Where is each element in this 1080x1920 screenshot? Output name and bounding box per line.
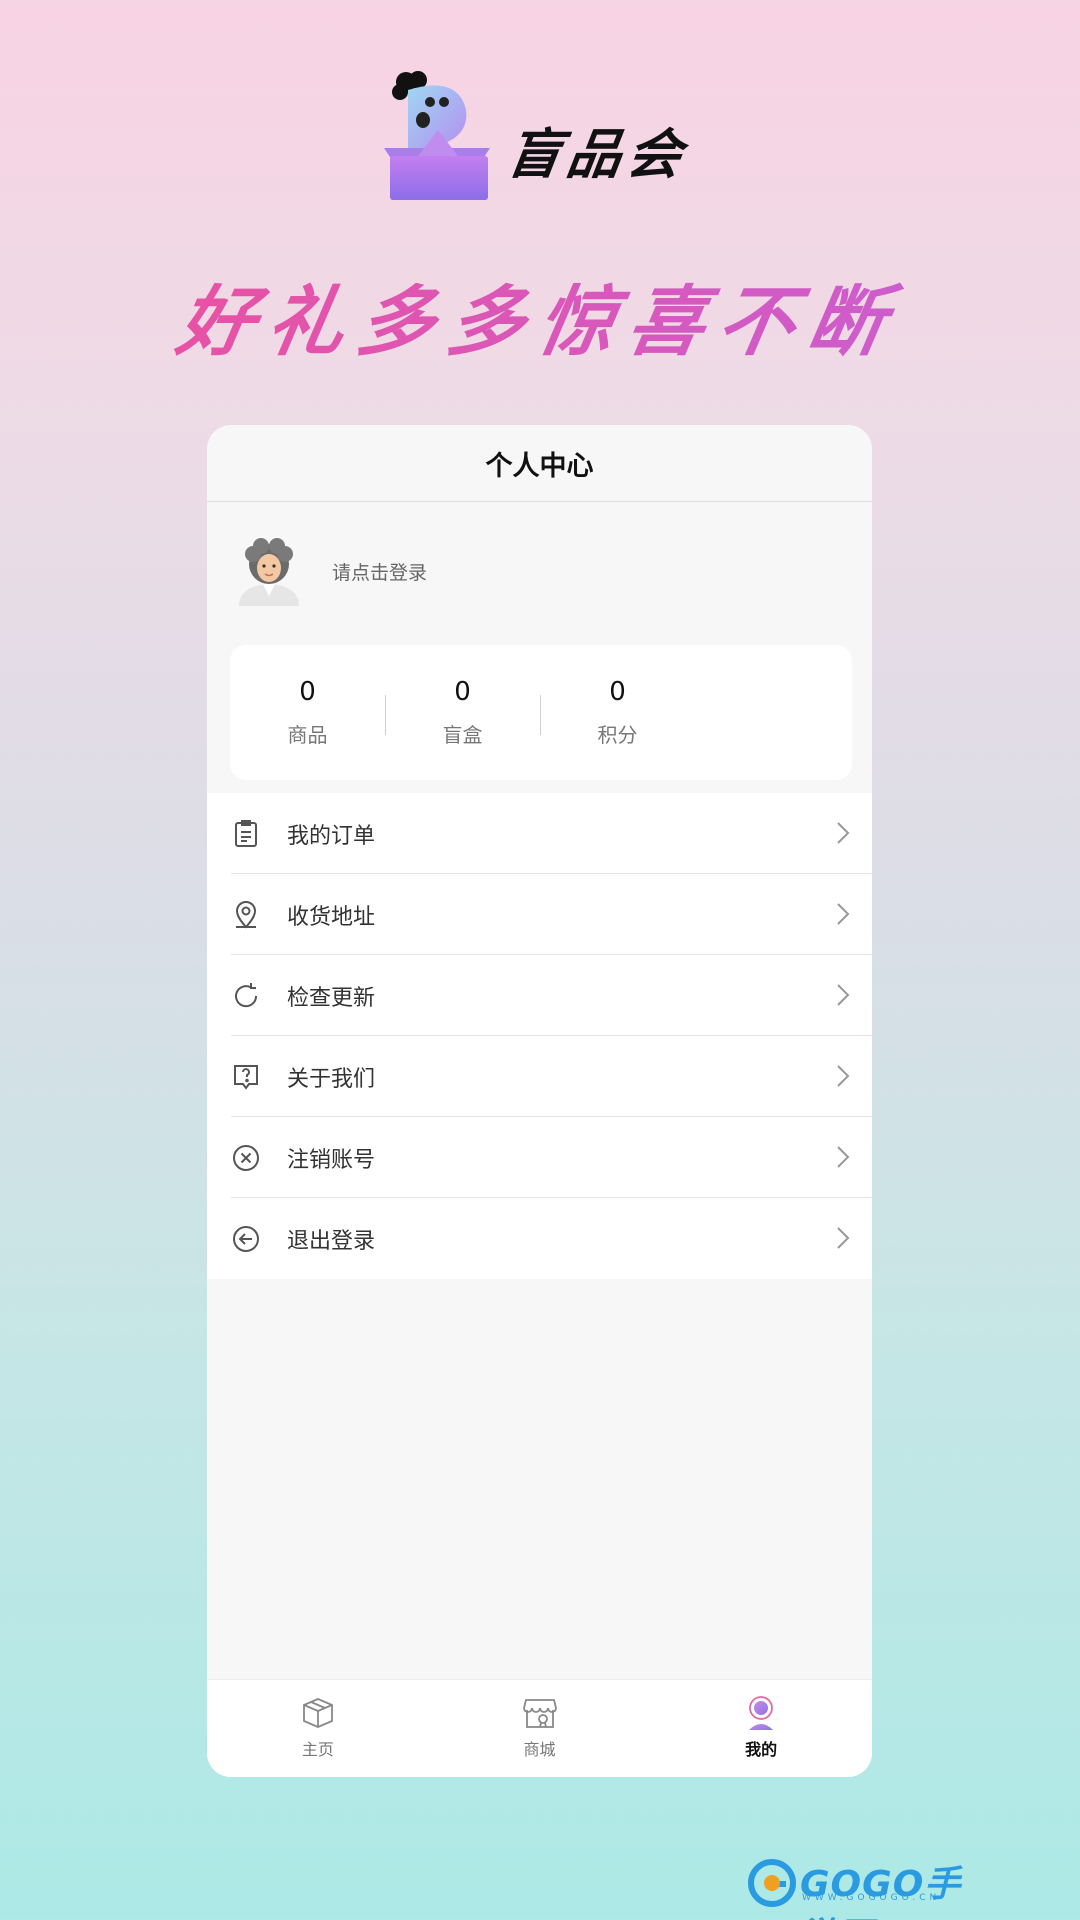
stat-points-label: 积分 — [597, 723, 638, 747]
menu-item-orders[interactable]: 我的订单 — [207, 793, 872, 874]
menu-item-label: 注销账号 — [287, 1147, 376, 1173]
menu-item-label: 检查更新 — [287, 985, 376, 1011]
stat-blindbox[interactable]: 0 盲盒 — [385, 645, 540, 780]
tab-mine[interactable]: 我的 — [650, 1680, 872, 1777]
chevron-right-icon — [837, 822, 850, 844]
login-prompt[interactable]: 请点击登录 — [332, 558, 427, 585]
avatar[interactable] — [235, 534, 303, 606]
stat-goods-value: 0 — [299, 677, 316, 707]
watermark-text: GOGO手游网 — [800, 1864, 962, 1920]
watermark-subtext: WWW.GOGOGO.CN — [802, 1893, 941, 1903]
profile-section[interactable]: 请点击登录 — [207, 502, 872, 647]
logo-mascot-icon — [384, 71, 490, 200]
menu-item-label: 退出登录 — [287, 1228, 376, 1254]
shop-icon — [522, 1699, 557, 1728]
menu-item-label: 关于我们 — [287, 1066, 376, 1092]
app-name: 盲品会 — [502, 123, 692, 186]
watermark-g-icon — [748, 1859, 796, 1907]
chevron-right-icon — [837, 903, 850, 925]
tab-label: 主页 — [301, 1740, 334, 1759]
stat-points-value: 0 — [609, 677, 626, 707]
watermark-logo: GOGO手游网 WWW.GOGOGO.CN — [748, 1855, 968, 1920]
stat-blindbox-value: 0 — [454, 677, 471, 707]
refresh-icon — [235, 983, 258, 1008]
tab-home[interactable]: 主页 — [207, 1680, 429, 1777]
stat-blindbox-label: 盲盒 — [442, 723, 483, 747]
stat-divider — [540, 695, 541, 735]
location-icon — [235, 901, 257, 929]
bottom-tab-bar: 主页 商城 我的 — [207, 1679, 872, 1777]
logout-icon — [233, 1226, 259, 1252]
settings-menu: 我的订单 收货地址 检查更新 关于我们 注销账号 退出登录 — [207, 793, 872, 1279]
chevron-right-icon — [837, 1065, 850, 1087]
profile-icon — [749, 1696, 774, 1730]
tab-shop[interactable]: 商城 — [429, 1680, 651, 1777]
menu-item-label: 我的订单 — [287, 823, 376, 849]
box-icon — [302, 1698, 333, 1728]
stat-goods-label: 商品 — [287, 723, 328, 747]
chevron-right-icon — [837, 984, 850, 1006]
page-title: 个人中心 — [207, 425, 872, 502]
menu-item-address[interactable]: 收货地址 — [207, 874, 872, 955]
chevron-right-icon — [837, 1146, 850, 1168]
menu-item-delete-account[interactable]: 注销账号 — [207, 1117, 872, 1198]
chevron-right-icon — [837, 1227, 850, 1249]
help-icon — [234, 1065, 258, 1090]
tab-label: 我的 — [745, 1740, 778, 1759]
tab-label: 商城 — [523, 1740, 556, 1759]
app-logo: 盲品会 — [378, 70, 708, 210]
order-icon — [235, 820, 257, 847]
slogan-banner: 好礼多多惊喜不断 — [0, 260, 1080, 370]
stat-goods[interactable]: 0 商品 — [230, 645, 385, 780]
menu-item-about[interactable]: 关于我们 — [207, 1036, 872, 1117]
menu-item-label: 收货地址 — [287, 904, 376, 930]
menu-item-check-update[interactable]: 检查更新 — [207, 955, 872, 1036]
stats-panel: 0 商品 0 盲盒 0 积分 — [230, 645, 852, 780]
stat-points[interactable]: 0 积分 — [540, 645, 695, 780]
close-circle-icon — [233, 1145, 259, 1171]
menu-item-logout[interactable]: 退出登录 — [207, 1198, 872, 1279]
stat-divider — [385, 695, 386, 735]
